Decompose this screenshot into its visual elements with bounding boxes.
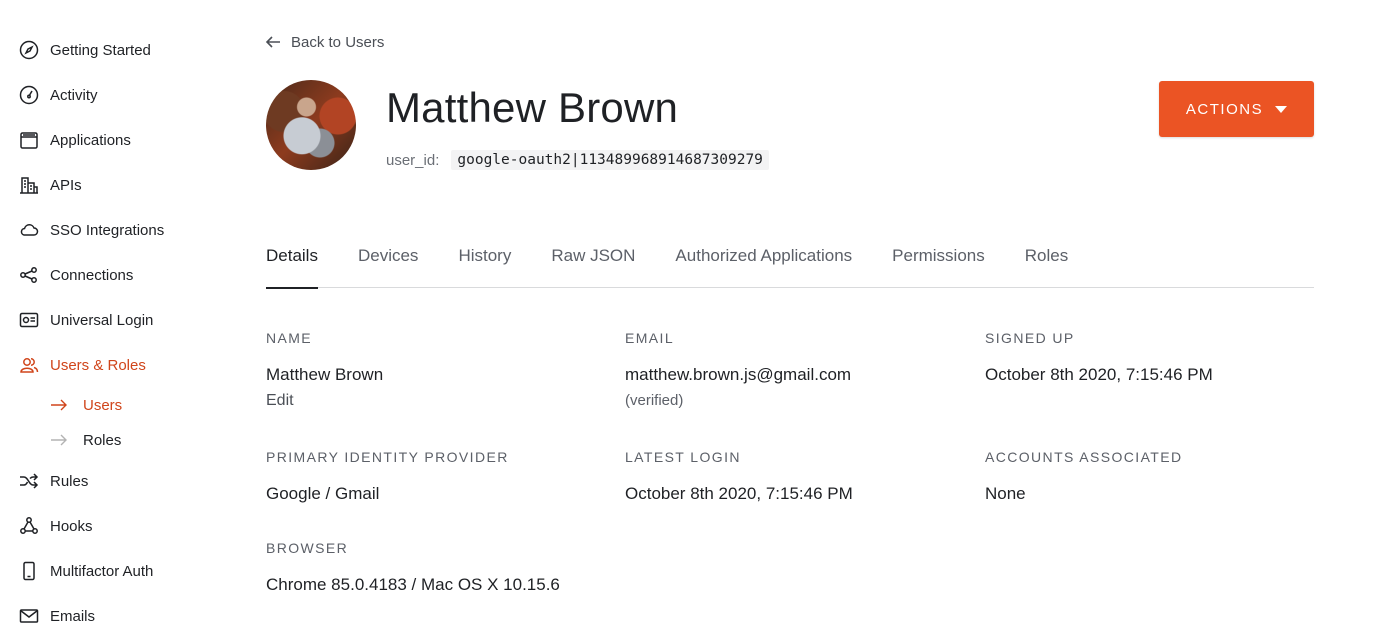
sidebar-item-label: SSO Integrations — [50, 221, 165, 239]
field-latest-login: LATEST LOGIN October 8th 2020, 7:15:46 P… — [625, 449, 853, 504]
field-label: EMAIL — [625, 330, 675, 346]
field-value: Google / Gmail — [266, 484, 380, 503]
sidebar-subitem-label: Users — [83, 396, 123, 414]
sidebar-item-label: Applications — [50, 131, 131, 149]
sidebar-subitem-label: Roles — [83, 431, 122, 449]
sidebar-item-label: Hooks — [50, 517, 93, 535]
buildings-icon — [18, 174, 40, 196]
sidebar-item-apis[interactable]: APIs — [18, 172, 82, 198]
tab-authorized-applications[interactable]: Authorized Applications — [675, 240, 852, 288]
page-title: Matthew Brown — [386, 84, 679, 131]
sidebar-item-label: APIs — [50, 176, 82, 194]
sidebar-item-connections[interactable]: Connections — [18, 262, 133, 288]
back-to-users-link[interactable]: Back to Users — [265, 30, 384, 54]
sidebar-item-label: Activity — [50, 86, 98, 104]
field-value: October 8th 2020, 7:15:46 PM — [625, 484, 853, 503]
user-id-label: user_id: — [386, 151, 440, 169]
tab-permissions[interactable]: Permissions — [892, 240, 985, 288]
avatar — [266, 80, 356, 170]
arrow-right-icon — [50, 433, 72, 447]
share-nodes-icon — [18, 264, 40, 286]
field-label: NAME — [266, 330, 313, 346]
cloud-icon — [18, 219, 40, 241]
field-browser: BROWSER Chrome 85.0.4183 / Mac OS X 10.1… — [266, 540, 560, 595]
field-label: PRIMARY IDENTITY PROVIDER — [266, 449, 509, 465]
field-value: Chrome 85.0.4183 / Mac OS X 10.15.6 — [266, 575, 560, 594]
user-id-value: google-oauth2|113489968914687309279 — [451, 150, 769, 170]
caret-down-icon — [1275, 105, 1288, 113]
sidebar-item-label: Emails — [50, 607, 96, 624]
sidebar-item-label: Connections — [50, 266, 134, 284]
sidebar-item-label: Universal Login — [50, 311, 154, 329]
arrow-right-icon — [50, 398, 72, 412]
arrow-left-icon — [265, 36, 280, 48]
field-value: matthew.brown.js@gmail.com — [625, 365, 852, 384]
tab-roles[interactable]: Roles — [1025, 240, 1068, 288]
gauge-icon — [18, 84, 40, 106]
field-primary-identity-provider: PRIMARY IDENTITY PROVIDER Google / Gmail — [266, 449, 509, 504]
hooks-icon — [18, 515, 40, 537]
field-accounts-associated: ACCOUNTS ASSOCIATED None — [985, 449, 1182, 504]
sidebar-item-getting-started[interactable]: Getting Started — [18, 37, 151, 63]
phone-icon — [18, 560, 40, 582]
field-label: SIGNED UP — [985, 330, 1075, 346]
actions-label: ACTIONS — [1185, 100, 1264, 118]
sidebar-item-label: Getting Started — [50, 41, 151, 59]
tab-raw-json[interactable]: Raw JSON — [551, 240, 635, 288]
sidebar-item-multifactor-auth[interactable]: Multifactor Auth — [18, 558, 153, 584]
app-root: Getting Started Activity Applications AP… — [0, 0, 1400, 624]
field-value: None — [985, 484, 1026, 503]
tab-bar: Details Devices History Raw JSON Authori… — [266, 240, 1314, 289]
tab-history[interactable]: History — [458, 240, 511, 288]
envelope-icon — [18, 605, 40, 624]
field-signed-up: SIGNED UP October 8th 2020, 7:15:46 PM — [985, 330, 1213, 385]
sidebar-item-emails[interactable]: Emails — [18, 603, 95, 624]
edit-name-link[interactable]: Edit — [266, 392, 294, 410]
users-icon — [18, 354, 40, 376]
sidebar-item-hooks[interactable]: Hooks — [18, 513, 93, 539]
sidebar-item-universal-login[interactable]: Universal Login — [18, 307, 153, 333]
shuffle-icon — [18, 470, 40, 492]
field-value: October 8th 2020, 7:15:46 PM — [985, 365, 1213, 384]
compass-icon — [18, 39, 40, 61]
sidebar-subitem-users[interactable]: Users — [50, 393, 122, 417]
login-card-icon — [18, 309, 40, 331]
field-label: BROWSER — [266, 540, 349, 556]
sidebar-item-label: Rules — [50, 472, 89, 490]
email-verified-note: (verified) — [625, 392, 684, 409]
field-value: Matthew Brown — [266, 365, 384, 384]
sidebar-subitem-roles[interactable]: Roles — [50, 428, 121, 452]
sidebar-item-label: Multifactor Auth — [50, 562, 154, 580]
back-link-label: Back to Users — [291, 33, 385, 51]
sidebar: Getting Started Activity Applications AP… — [0, 0, 230, 624]
tab-devices[interactable]: Devices — [358, 240, 418, 288]
field-label: ACCOUNTS ASSOCIATED — [985, 449, 1183, 465]
sidebar-item-applications[interactable]: Applications — [18, 127, 131, 153]
user-id-row: user_id: google-oauth2|11348996891468730… — [386, 150, 769, 170]
sidebar-item-label: Users & Roles — [50, 356, 146, 374]
sidebar-item-activity[interactable]: Activity — [18, 82, 98, 108]
sidebar-item-rules[interactable]: Rules — [18, 468, 88, 494]
field-label: LATEST LOGIN — [625, 449, 741, 465]
window-stack-icon — [18, 129, 40, 151]
field-name: NAME Matthew Brown Edit — [266, 330, 383, 410]
actions-button[interactable]: ACTIONS — [1159, 81, 1314, 137]
field-email: EMAIL matthew.brown.js@gmail.com (verifi… — [625, 330, 851, 409]
tab-details[interactable]: Details — [266, 240, 318, 289]
sidebar-item-users-roles[interactable]: Users & Roles — [18, 352, 146, 378]
sidebar-item-sso-integrations[interactable]: SSO Integrations — [18, 217, 164, 243]
